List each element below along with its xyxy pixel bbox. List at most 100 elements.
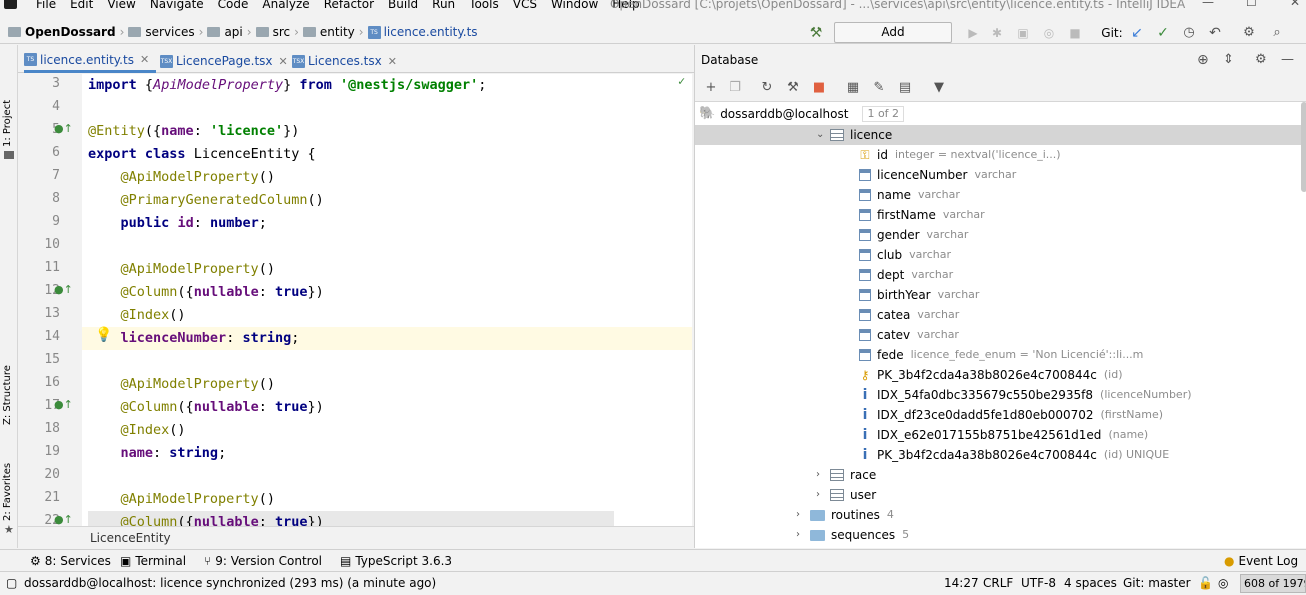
implemented-marker-icon[interactable]: ●↑ xyxy=(54,122,73,135)
project-tool-tab[interactable]: 1: Project xyxy=(2,27,13,147)
folder-node[interactable]: › routines 4 xyxy=(796,505,894,525)
tab-licence-entity[interactable]: TS licence.entity.ts ✕ xyxy=(24,49,156,73)
menu-item[interactable]: Analyze xyxy=(262,0,309,11)
search-everywhere-icon[interactable]: ⌕ xyxy=(1268,22,1286,43)
menu-item[interactable]: View xyxy=(107,0,135,11)
git-history-icon[interactable]: ◷ xyxy=(1180,22,1198,43)
hide-panel-icon[interactable]: — xyxy=(1281,45,1294,75)
folder-node[interactable]: › sequences 5 xyxy=(796,525,909,545)
status-message[interactable]: dossarddb@localhost: licence synchronize… xyxy=(24,572,436,594)
lock-icon[interactable]: 🔓 xyxy=(1198,572,1213,594)
disconnect-icon[interactable]: ■ xyxy=(811,80,827,96)
debug-icon[interactable]: ✱ xyxy=(988,22,1006,43)
column-node[interactable]: dept varchar xyxy=(859,265,953,285)
menu-item[interactable]: Run xyxy=(432,0,455,11)
collapse-all-icon[interactable]: ⇕ xyxy=(1223,45,1234,75)
profile-icon[interactable]: ◎ xyxy=(1040,22,1058,43)
tab-licence-page[interactable]: TSX LicencePage.tsx ✕ xyxy=(160,49,296,73)
favorites-tool-tab[interactable]: 2: Favorites xyxy=(2,401,13,521)
table-node[interactable]: › race xyxy=(816,465,876,485)
chevron-right-icon[interactable]: › xyxy=(796,505,810,525)
add-configuration-button[interactable]: Add Configuration... xyxy=(834,22,952,58)
typescript-tool-tab[interactable]: ▤ TypeScript 3.6.3 xyxy=(340,550,452,572)
implemented-marker-icon[interactable]: ●↑ xyxy=(54,283,73,296)
column-node[interactable]: birthYear varchar xyxy=(859,285,979,305)
gear-icon[interactable]: ⚙ xyxy=(1255,45,1267,75)
implemented-marker-icon[interactable]: ●↑ xyxy=(54,398,73,411)
chevron-right-icon[interactable]: › xyxy=(816,485,830,505)
memory-indicator[interactable]: 608 of 1979M xyxy=(1240,574,1306,593)
close-tab-icon[interactable]: ✕ xyxy=(388,55,397,68)
menu-item[interactable]: Window xyxy=(551,0,598,11)
menu-item[interactable]: Edit xyxy=(70,0,93,11)
edit-icon[interactable]: ✎ xyxy=(871,80,887,96)
schema-count-badge[interactable]: 1 of 2 xyxy=(862,106,905,122)
breadcrumb-item[interactable]: services xyxy=(145,25,194,39)
chevron-right-icon[interactable]: › xyxy=(816,465,830,485)
inspector-icon[interactable]: ◎ xyxy=(1218,572,1228,594)
key-node[interactable]: i PK_3b4f2cda4a38b8026e4c700844c (id) UNIQ… xyxy=(859,445,1170,465)
code-editor[interactable]: 💡 ✓ import {ApiModelProperty} from '@nes… xyxy=(82,74,692,526)
inspection-ok-icon[interactable]: ✓ xyxy=(678,74,685,88)
line-separator[interactable]: CRLF xyxy=(983,572,1013,594)
column-node[interactable]: catev varchar xyxy=(859,325,959,345)
file-encoding[interactable]: UTF-8 xyxy=(1021,572,1056,594)
key-node[interactable]: i IDX_df23ce0dadd5fe1d80eb000702 (firstNam… xyxy=(859,405,1163,425)
target-icon[interactable]: ⊕ xyxy=(1197,45,1209,75)
refresh-icon[interactable]: ↻ xyxy=(759,80,775,96)
table-node-licence[interactable]: ⌄ licence xyxy=(695,125,1301,145)
filter-icon[interactable]: ▼ xyxy=(931,80,947,96)
column-node[interactable]: fede licence_fede_enum = 'Non Licencié'::… xyxy=(859,345,1143,365)
editor-gutter[interactable]: 3 4 5 6 7 8 9 10 11 12 13 14 15 16 17 18 19 20 21 22 ●↑ ●↑ … xyxy=(18,74,82,526)
column-node[interactable]: name varchar xyxy=(859,185,960,205)
table-node[interactable]: › user xyxy=(816,485,876,505)
column-node[interactable]: gender varchar xyxy=(859,225,968,245)
event-log-tool-tab[interactable]: ● Event Log xyxy=(1224,550,1298,572)
key-node[interactable]: i IDX_e62e017155b8751be42561d1ed (name) xyxy=(859,425,1149,445)
breadcrumb-item[interactable]: entity xyxy=(320,25,355,39)
chevron-right-icon[interactable]: › xyxy=(796,525,810,545)
column-node[interactable]: catea varchar xyxy=(859,305,959,325)
close-tab-icon[interactable]: ✕ xyxy=(279,55,288,68)
stop-icon[interactable]: ■ xyxy=(1066,22,1084,43)
indent-setting[interactable]: 4 spaces xyxy=(1064,572,1117,594)
settings-wrench-icon[interactable]: ⚙ xyxy=(1240,22,1258,43)
column-node[interactable]: ⚿ id integer = nextval('licence_i...) xyxy=(859,145,1060,165)
build-hammer-icon[interactable]: ⚒ xyxy=(806,22,826,43)
breadcrumb-item[interactable]: api xyxy=(224,25,242,39)
menu-item[interactable]: Refactor xyxy=(324,0,374,11)
caret-position[interactable]: 14:27 xyxy=(944,572,979,594)
coverage-icon[interactable]: ▣ xyxy=(1014,22,1032,43)
minimize-icon[interactable]: — xyxy=(1202,0,1214,9)
menu-item[interactable]: File xyxy=(36,0,56,11)
tab-licences[interactable]: TSX Licences.tsx ✕ xyxy=(292,49,412,73)
version-control-tool-tab[interactable]: ⑂ 9: Version Control xyxy=(204,550,322,572)
breadcrumb-file[interactable]: licence.entity.ts xyxy=(384,25,478,39)
breadcrumb-project[interactable]: OpenDossard xyxy=(25,25,116,39)
chevron-down-icon[interactable]: ⌄ xyxy=(816,125,830,145)
close-icon[interactable]: ✕ xyxy=(1290,0,1300,9)
menu-item[interactable]: Navigate xyxy=(150,0,204,11)
column-node[interactable]: firstName varchar xyxy=(859,205,985,225)
run-icon[interactable]: ▶ xyxy=(964,22,982,43)
close-tab-icon[interactable]: ✕ xyxy=(140,53,149,66)
column-node[interactable]: licenceNumber varchar xyxy=(859,165,1016,185)
key-node[interactable]: i IDX_54fa0dbc335679c550be2935f8 (licenceN… xyxy=(859,385,1192,405)
menu-item[interactable]: Tools xyxy=(469,0,499,11)
implemented-marker-icon[interactable]: ●↑ xyxy=(54,513,73,526)
copy-icon[interactable]: ❐ xyxy=(727,80,743,96)
git-branch[interactable]: Git: master xyxy=(1123,572,1191,594)
terminal-tool-tab[interactable]: ▣ Terminal xyxy=(120,550,186,572)
scrollbar[interactable] xyxy=(1301,102,1306,192)
maximize-icon[interactable]: ☐ xyxy=(1246,0,1257,9)
breadcrumb-item[interactable]: src xyxy=(273,25,291,39)
menu-item[interactable]: Code xyxy=(218,0,249,11)
menu-item[interactable]: VCS xyxy=(513,0,537,11)
services-tool-tab[interactable]: ⚙ 8: Services xyxy=(30,550,111,572)
git-update-icon[interactable]: ↙ xyxy=(1128,22,1146,43)
table-view-icon[interactable]: ▦ xyxy=(845,80,861,96)
git-rollback-icon[interactable]: ↶ xyxy=(1206,22,1224,43)
add-icon[interactable]: + xyxy=(703,80,719,96)
menu-item[interactable]: Build xyxy=(388,0,418,11)
git-commit-icon[interactable]: ✓ xyxy=(1154,22,1172,43)
